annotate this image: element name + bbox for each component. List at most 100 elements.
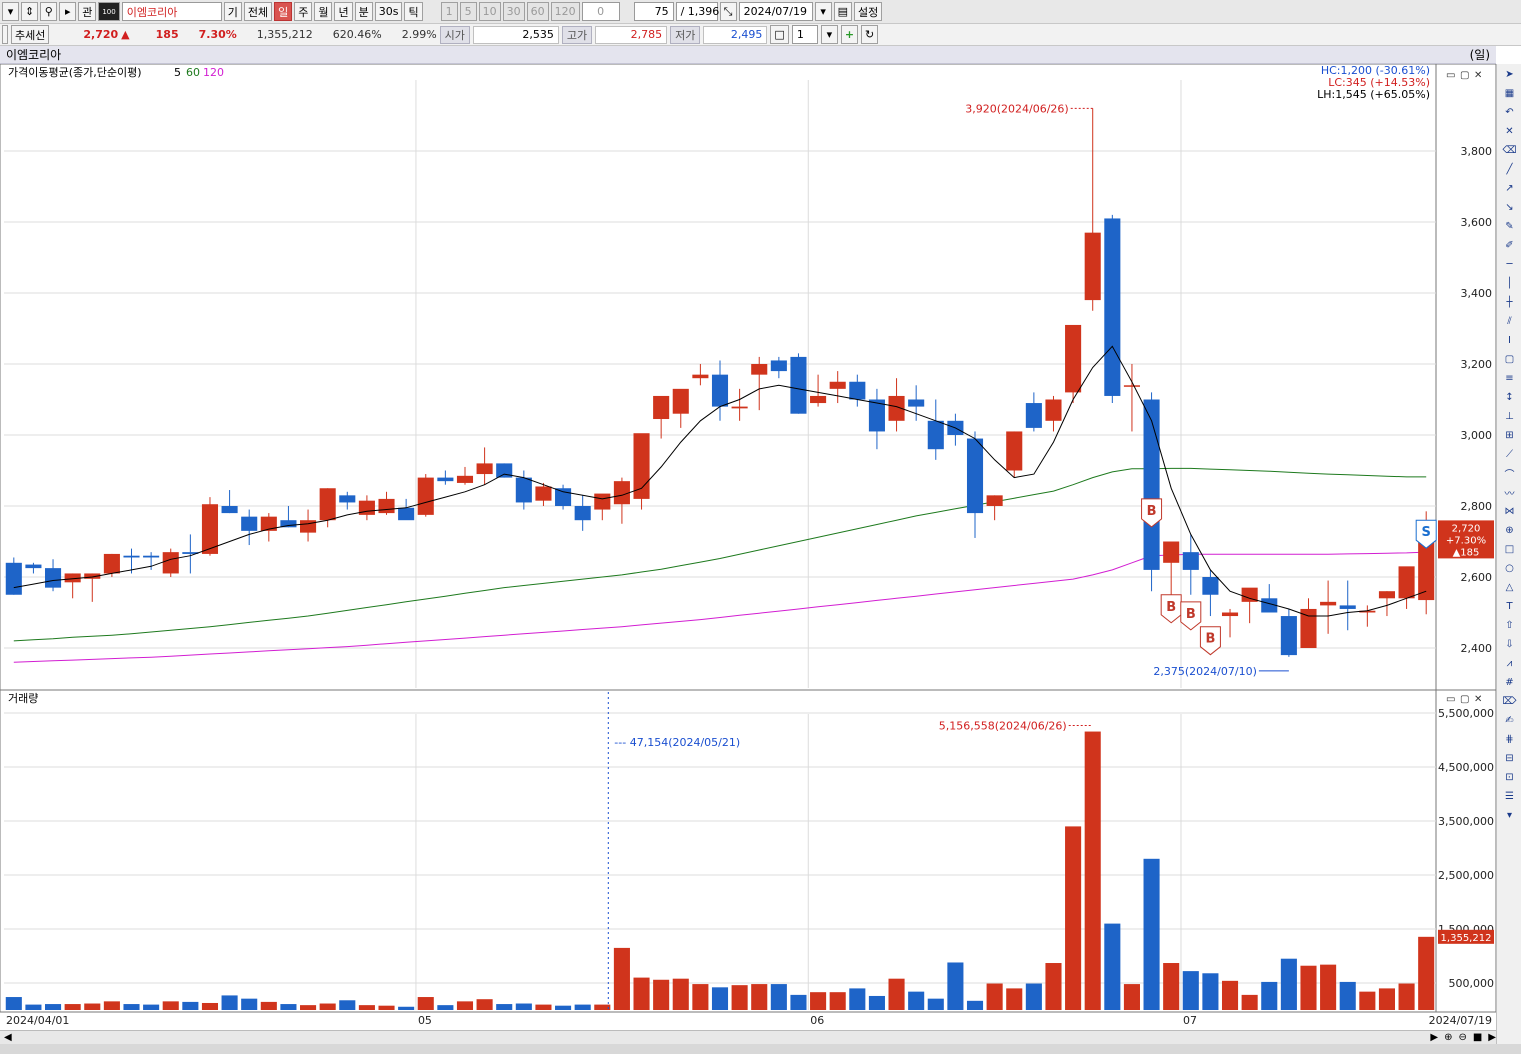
arrow-line-icon[interactable]: ↘ <box>1501 199 1518 216</box>
period-day-tab[interactable]: 일 <box>274 2 293 21</box>
undo-icon[interactable]: ↶ <box>1501 104 1518 121</box>
interval-5-button[interactable]: 5 <box>459 2 477 21</box>
line-icon[interactable]: ╱ <box>1501 161 1518 178</box>
horizontal-line-icon[interactable]: ─ <box>1501 256 1518 273</box>
period-month-tab[interactable]: 월 <box>314 2 333 21</box>
compare-value[interactable]: 1 <box>791 25 818 44</box>
arc-icon[interactable]: ⌒ <box>1501 465 1518 482</box>
pattern-icon[interactable]: ⋈ <box>1501 503 1518 520</box>
marker-icon[interactable]: ✐ <box>1501 237 1518 254</box>
add-icon[interactable]: + <box>840 25 859 44</box>
delete-all-icon[interactable]: ✕ <box>1501 123 1518 140</box>
delete-icon[interactable]: ⌦ <box>1501 693 1518 710</box>
compare-dropdown-icon[interactable]: ▾ <box>820 25 838 44</box>
settings-button[interactable]: 설정 <box>853 2 883 21</box>
play-forward-icon[interactable]: ▶ <box>1488 1032 1496 1043</box>
candle-body <box>849 381 866 400</box>
scroll-right-icon[interactable]: ▶ <box>1430 1032 1438 1043</box>
eraser-icon[interactable]: ⌫ <box>1501 142 1518 159</box>
period-30s-tab[interactable]: 30s <box>374 2 403 21</box>
volume-panel-maximize-icon[interactable]: ▢ <box>1460 694 1469 705</box>
crosshair-icon[interactable]: ┼ <box>1501 294 1518 311</box>
all-button[interactable]: 전체 <box>243 2 273 21</box>
play-icon[interactable]: ▸ <box>59 2 77 21</box>
zigzag-icon[interactable]: ⩘ <box>1501 655 1518 672</box>
price-panel-close-icon[interactable]: ✕ <box>1474 70 1482 81</box>
triangle-icon[interactable]: △ <box>1501 579 1518 596</box>
grid-icon[interactable]: # <box>1501 674 1518 691</box>
chart-scrollbar[interactable]: ◀ ▶ ⊕ ⊖ ■ ▶ <box>0 1030 1496 1044</box>
gann-icon[interactable]: ⊞ <box>1501 427 1518 444</box>
volume-bar <box>358 1005 375 1010</box>
cursor-icon[interactable]: ➤ <box>1501 66 1518 83</box>
volume-bar <box>1300 965 1317 1010</box>
interval-60-button[interactable]: 60 <box>526 2 549 21</box>
interval-10-button[interactable]: 10 <box>478 2 501 21</box>
ray-icon[interactable]: ↗ <box>1501 180 1518 197</box>
period-minute-tab[interactable]: 분 <box>354 2 373 21</box>
trendline-button[interactable]: 추세선 <box>11 25 50 44</box>
table-icon[interactable]: ▦ <box>1501 85 1518 102</box>
refresh-icon[interactable]: ↻ <box>861 25 879 44</box>
stop-icon[interactable]: ■ <box>1473 1032 1482 1043</box>
stock-chart[interactable]: 3,800 3,600 3,400 3,200 3,000 2,800 2,600 2,400… <box>0 64 1496 1030</box>
date-dropdown-icon[interactable]: ▾ <box>814 2 832 21</box>
fibonacci-icon[interactable]: ≡ <box>1501 370 1518 387</box>
text-cursor-icon[interactable]: I <box>1501 332 1518 349</box>
volume-bar <box>613 947 630 1010</box>
zoom-out-icon[interactable]: ⊖ <box>1458 1032 1466 1043</box>
vertical-line-icon[interactable]: │ <box>1501 275 1518 292</box>
list-icon[interactable]: ☰ <box>1501 788 1518 805</box>
quote-bar: 추세선 2,720 ▲ 185 7.30% 1,355,212 620.46% … <box>0 24 1521 46</box>
down-arrow-tool-icon[interactable]: ⇩ <box>1501 636 1518 653</box>
candle-body <box>711 374 729 407</box>
level-icon[interactable]: ⊥ <box>1501 408 1518 425</box>
measure-icon[interactable]: ↕ <box>1501 389 1518 406</box>
open-value: 2,535 <box>472 25 559 44</box>
volume-bar <box>515 1003 532 1010</box>
volume-bar <box>280 1004 297 1010</box>
price-panel-maximize-icon[interactable]: ▢ <box>1460 70 1469 81</box>
volume-panel-close-icon[interactable]: ✕ <box>1474 694 1482 705</box>
dropdown-arrow-icon[interactable]: ▾ <box>2 2 19 21</box>
pen-icon[interactable]: ✎ <box>1501 218 1518 235</box>
gwan-button[interactable]: 관 <box>78 2 97 21</box>
period-tick-tab[interactable]: 틱 <box>404 2 423 21</box>
calendar-icon[interactable]: ▤ <box>833 2 852 21</box>
rectangle-icon[interactable]: □ <box>1501 541 1518 558</box>
wave-icon[interactable]: 〰 <box>1501 484 1518 501</box>
view-count-input[interactable]: 75 <box>633 2 674 21</box>
scroll-down-icon[interactable]: ▾ <box>1501 807 1518 824</box>
gi-button[interactable]: 기 <box>223 2 242 21</box>
interval-30-button[interactable]: 30 <box>502 2 525 21</box>
circle-icon[interactable]: ○ <box>1501 560 1518 577</box>
volume-panel-minimize-icon[interactable]: ▭ <box>1446 694 1455 705</box>
spin-up-down-icon[interactable]: ⇕ <box>21 2 39 21</box>
chart-period-unit: (일) <box>1469 48 1490 62</box>
text-icon[interactable]: T <box>1501 598 1518 615</box>
channel-icon[interactable]: ⫽ <box>1501 313 1518 330</box>
box-icon[interactable]: ▢ <box>1501 351 1518 368</box>
price-tick-label: 3,000 <box>1461 429 1493 442</box>
cycle-icon[interactable]: ⊕ <box>1501 522 1518 539</box>
ruler-icon[interactable]: ⊟ <box>1501 750 1518 767</box>
hash-icon[interactable]: ⋕ <box>1501 731 1518 748</box>
compare-checkbox[interactable]: □ <box>770 25 789 44</box>
up-arrow-tool-icon[interactable]: ⇧ <box>1501 617 1518 634</box>
price-panel-minimize-icon[interactable]: ▭ <box>1446 70 1455 81</box>
lock-icon[interactable]: ⊡ <box>1501 769 1518 786</box>
zoom-fit-icon[interactable]: ⤡ <box>719 2 737 21</box>
zoom-in-icon[interactable]: ⊕ <box>1444 1032 1452 1043</box>
fan-icon[interactable]: ⟋ <box>1501 446 1518 463</box>
stock-name-input[interactable]: 이엠코리아 <box>121 2 222 21</box>
edit-icon[interactable]: ✍ <box>1501 712 1518 729</box>
interval-spinner[interactable]: 0 <box>581 2 620 21</box>
search-icon[interactable]: ⚲ <box>40 2 58 21</box>
scroll-left-icon[interactable]: ◀ <box>4 1032 12 1043</box>
period-year-tab[interactable]: 년 <box>334 2 353 21</box>
interval-1-button[interactable]: 1 <box>440 2 458 21</box>
hundred-button[interactable]: 100 <box>98 2 120 21</box>
interval-120-button[interactable]: 120 <box>550 2 580 21</box>
period-week-tab[interactable]: 주 <box>294 2 313 21</box>
date-input[interactable]: 2024/07/19 <box>738 2 813 21</box>
